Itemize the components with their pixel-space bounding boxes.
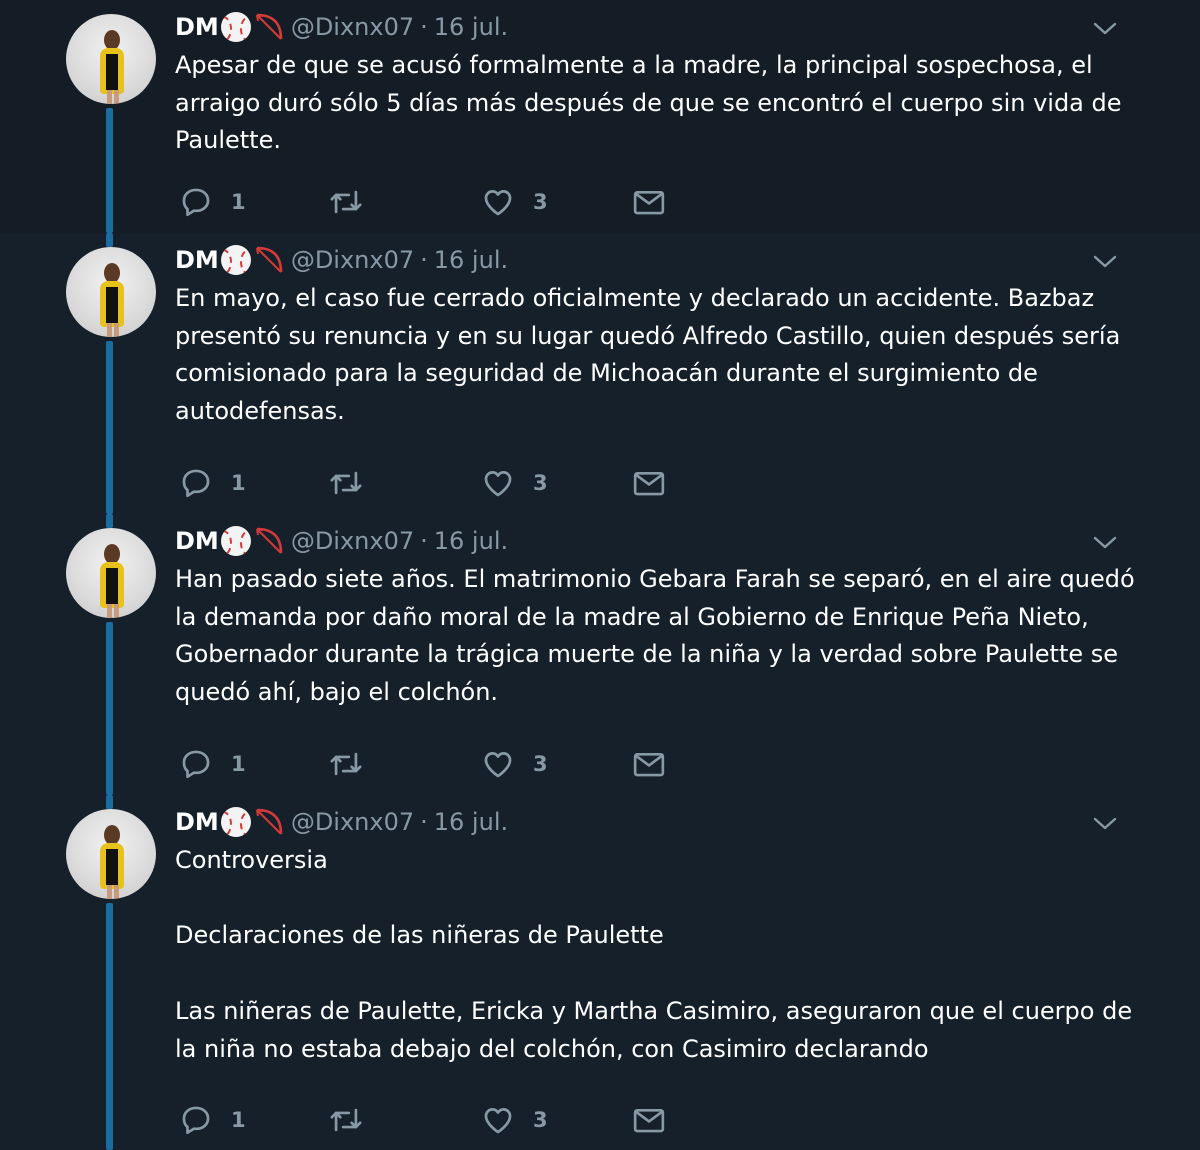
reply-icon [179,466,213,500]
reply-icon [179,1103,213,1137]
tweet-actions: 13 [175,463,695,503]
envelope-icon [631,466,667,500]
thread-connector-line [106,514,113,528]
author-handle[interactable]: @Dixnx07 [291,246,414,274]
thread-connector-line [106,903,113,1150]
author-name[interactable]: DM [175,808,219,836]
retweet-button[interactable] [327,463,383,503]
thread-connector-line [106,233,113,247]
retweet-icon [327,185,365,219]
envelope-icon [631,1103,667,1137]
tweet-date[interactable]: 16 jul. [434,13,508,41]
retweet-icon [327,1103,365,1137]
like-button[interactable]: 3 [481,463,548,503]
retweet-button[interactable] [327,744,383,784]
thread-connector-line [106,622,113,795]
reply-count: 1 [231,471,246,495]
tweet-date[interactable]: 16 jul. [434,527,508,555]
reply-button[interactable]: 1 [179,744,246,784]
envelope-icon [631,185,667,219]
bow-and-arrow-icon [253,11,285,43]
direct-message-button[interactable] [631,1100,667,1140]
avatar[interactable] [66,247,156,337]
direct-message-button[interactable] [631,744,667,784]
tweet-actions: 13 [175,1100,695,1140]
tweet-actions: 13 [175,744,695,784]
like-count: 3 [533,471,548,495]
heart-icon [481,466,515,500]
reply-count: 1 [231,752,246,776]
tweet-text: Han pasado siete años. El matrimonio Geb… [175,565,1135,707]
chevron-down-icon[interactable] [1092,251,1118,271]
tweet-text: Apesar de que se acusó formalmente a la … [175,51,1122,155]
reply-button[interactable]: 1 [179,182,246,222]
direct-message-button[interactable] [631,463,667,503]
like-button[interactable]: 3 [481,744,548,784]
reply-count: 1 [231,190,246,214]
reply-icon [179,747,213,781]
baseball-icon [220,526,251,556]
reply-button[interactable]: 1 [179,1100,246,1140]
like-count: 3 [533,752,548,776]
bow-and-arrow-icon [253,806,285,838]
author-name[interactable]: DM [175,527,219,555]
author-name[interactable]: DM [175,246,219,274]
retweet-button[interactable] [327,182,383,222]
baseball-icon [220,245,251,275]
baseball-icon [220,12,251,42]
reply-count: 1 [231,1108,246,1132]
like-count: 3 [533,1108,548,1132]
tweet[interactable]: DM @Dixnx07 · 16 jul. En mayo, el caso fue c… [0,233,1200,514]
bow-and-arrow-icon [253,525,285,557]
separator-dot: · [420,808,428,836]
separator-dot: · [420,527,428,555]
thread-connector-line [106,795,113,809]
tweet-header: DM @Dixnx07 · 16 jul. [175,243,508,277]
tweet-text: En mayo, el caso fue cerrado oficialment… [175,284,1121,426]
author-handle[interactable]: @Dixnx07 [291,13,414,41]
retweet-button[interactable] [327,1100,383,1140]
tweet-header: DM @Dixnx07 · 16 jul. [175,10,508,44]
thread-connector-line [106,108,113,233]
separator-dot: · [420,246,428,274]
envelope-icon [631,747,667,781]
retweet-icon [327,466,365,500]
avatar[interactable] [66,14,156,104]
heart-icon [481,747,515,781]
author-handle[interactable]: @Dixnx07 [291,527,414,555]
reply-icon [179,185,213,219]
author-handle[interactable]: @Dixnx07 [291,808,414,836]
like-button[interactable]: 3 [481,182,548,222]
tweet-actions: 13 [175,182,695,222]
direct-message-button[interactable] [631,182,667,222]
heart-icon [481,185,515,219]
like-button[interactable]: 3 [481,1100,548,1140]
separator-dot: · [420,13,428,41]
avatar[interactable] [66,528,156,618]
chevron-down-icon[interactable] [1092,532,1118,552]
chevron-down-icon[interactable] [1092,813,1118,833]
tweet-text: Controversia Declaraciones de las niñera… [175,846,1133,1063]
avatar[interactable] [66,809,156,899]
thread-connector-line [106,341,113,514]
tweet[interactable]: DM @Dixnx07 · 16 jul. Apesar de que se acusó… [0,0,1200,233]
bow-and-arrow-icon [253,244,285,276]
tweet-date[interactable]: 16 jul. [434,246,508,274]
reply-button[interactable]: 1 [179,463,246,503]
chevron-down-icon[interactable] [1092,18,1118,38]
tweet[interactable]: DM @Dixnx07 · 16 jul. Han pasado siete años.… [0,514,1200,795]
tweet-header: DM @Dixnx07 · 16 jul. [175,805,508,839]
timeline: DM @Dixnx07 · 16 jul. Apesar de que se acusó… [0,0,1200,1150]
tweet-header: DM @Dixnx07 · 16 jul. [175,524,508,558]
like-count: 3 [533,190,548,214]
tweet[interactable]: DM @Dixnx07 · 16 jul. Controversia Declaraci… [0,795,1200,1150]
tweet-date[interactable]: 16 jul. [434,808,508,836]
author-name[interactable]: DM [175,13,219,41]
baseball-icon [220,807,251,837]
heart-icon [481,1103,515,1137]
retweet-icon [327,747,365,781]
